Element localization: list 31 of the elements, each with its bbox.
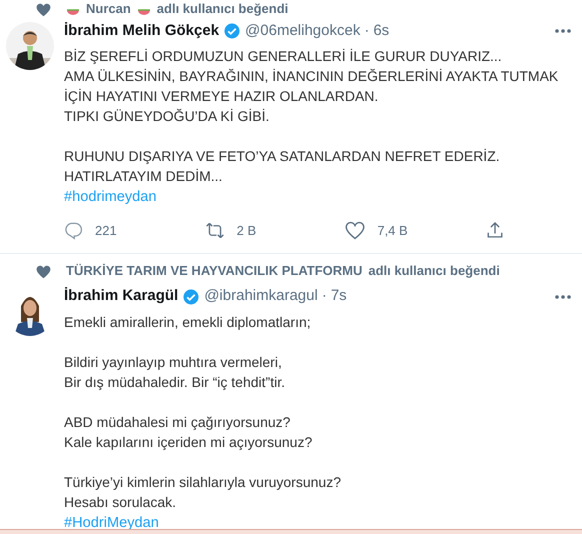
tweet-text: Emekli amirallerin, emekli diplomatların; (64, 312, 312, 332)
liked-caption: adlı kullanıcı beğendi (368, 262, 500, 280)
tweet-text: Bildiri yayınlayıp muhtıra vermeleri, Bir dış müdahaledir. Bir “iç tehdit”tir. (64, 352, 286, 392)
tweet-time[interactable]: 7s (330, 285, 347, 308)
separator-dot: · (364, 20, 370, 41)
retweet-icon[interactable] (204, 221, 225, 240)
reply-icon[interactable] (64, 221, 83, 240)
retweet-count: 2 B (236, 222, 256, 240)
share-icon[interactable] (486, 221, 504, 240)
author-name[interactable]: İbrahim Melih Gökçek (64, 20, 220, 42)
tweet-text: BİZ ŞEREFLİ ORDUMUZUN GENERALLERİ İLE GURUR DUYARIZ... AMA ÜLKESİNİN, BAYRAĞININ, İNANCININ DEĞERLERİNİ AYAKTA TUTMAK İÇİN HAYATINI VERMEYE HAZIR OLANLARDAN. TIPKI GÜNEYDOĞU’DA Kİ GİBİ. (64, 47, 560, 126)
liked-caption: adlı kullanıcı beğendi (156, 0, 288, 18)
separator-dot: · (322, 286, 327, 306)
more-icon[interactable] (554, 294, 572, 300)
tweet-text: Türkiye’yi kimlerin silahlarıyla vuruyorsunuz? Hesabı sorulacak. (64, 472, 342, 512)
heart-icon (36, 3, 51, 17)
heart-icon[interactable] (345, 221, 366, 240)
author-handle[interactable]: @06melihgokcek (245, 20, 360, 42)
hashtag-link[interactable]: #hodrimeydan (64, 187, 156, 207)
author-name[interactable]: İbrahim Karagül (64, 285, 178, 308)
author-handle[interactable]: @ibrahimkaragul (204, 285, 318, 308)
reply-count: 221 (95, 222, 117, 240)
tweet-text: ABD müdahalesi mi çağırıyorsunuz? Kale kapılarını içeriden mi açıyorsunuz? (64, 412, 314, 452)
heart-icon (36, 264, 51, 278)
like-count: 7,4 B (377, 222, 408, 240)
tweet-text: RUHUNU DIŞARIYA VE FETO’YA SATANLARDAN NEFRET EDERİZ. HATIRLATAYIM DEDİM... (64, 147, 501, 186)
liker-name[interactable]: TÜRKİYE TARIM VE HAYVANCILIK PLATFORMU (66, 260, 362, 280)
tweet-time[interactable]: 6s (373, 20, 390, 42)
more-icon[interactable] (554, 28, 572, 34)
liker-name[interactable]: Nurcan (86, 0, 131, 19)
hashtag-link[interactable]: #HodriMeydan (64, 512, 159, 532)
